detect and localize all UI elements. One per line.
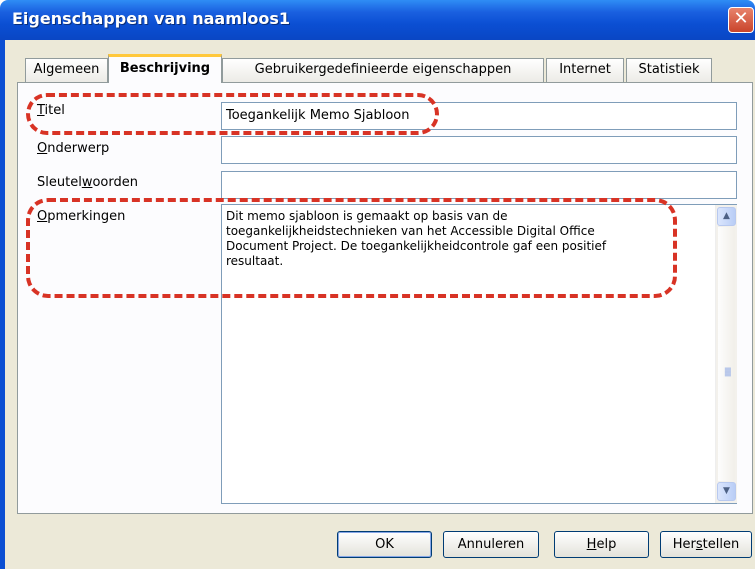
comments-text: Dit memo sjabloon is gemaakt op basis va… [226,209,607,268]
window-title: Eigenschappen van naamloos1 [12,9,290,28]
ok-button[interactable]: OK [337,531,432,558]
subject-input[interactable] [221,136,737,164]
chevron-up-icon: ▲ [723,211,730,221]
tab-internet[interactable]: Internet [546,58,624,82]
help-button[interactable]: Help [554,531,649,558]
cancel-button[interactable]: Annuleren [443,531,539,558]
chevron-down-icon: ▼ [723,486,730,496]
title-input[interactable]: Toegankelijk Memo Sjabloon [221,102,737,130]
close-button[interactable]: ✕ [728,7,754,33]
scrollbar-grip-icon: ▬ ▬ ▬ [724,364,732,379]
scroll-up-button[interactable]: ▲ [717,207,736,226]
reset-button[interactable]: Herstellen [660,531,752,558]
close-icon: ✕ [733,8,749,29]
title-label: Titel [37,103,65,118]
tab-custom-properties[interactable]: Gebruikergedefinieerde eigenschappen [222,58,544,82]
comments-scrollbar[interactable]: ▲ ▬ ▬ ▬ ▼ [715,205,737,503]
properties-dialog: Eigenschappen van naamloos1 ✕ Algemeen B… [0,0,755,569]
comments-textarea[interactable]: Dit memo sjabloon is gemaakt op basis va… [221,204,737,504]
keywords-label: Sleutelwoorden [37,175,138,190]
keywords-input[interactable] [221,171,737,199]
scrollbar-track[interactable]: ▬ ▬ ▬ [718,227,735,481]
title-bar[interactable]: Eigenschappen van naamloos1 ✕ [0,0,755,40]
scroll-down-button[interactable]: ▼ [717,482,736,501]
tab-statistics[interactable]: Statistiek [626,58,712,82]
tab-general[interactable]: Algemeen [25,58,108,82]
tab-description[interactable]: Beschrijving [108,54,222,83]
subject-label: Onderwerp [37,141,110,156]
comments-label: Opmerkingen [37,209,126,224]
